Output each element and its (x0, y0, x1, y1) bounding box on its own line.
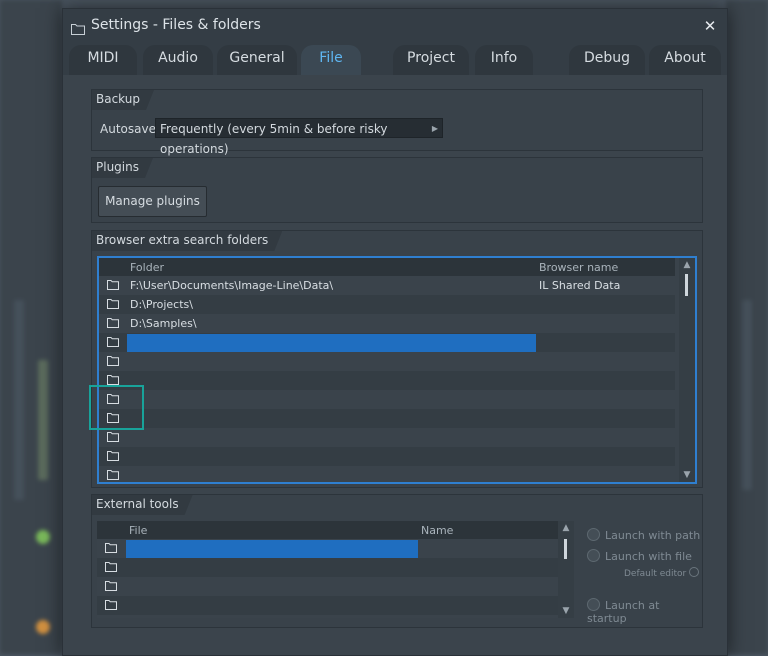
column-header-folder[interactable]: Folder (130, 261, 164, 274)
folder-icon[interactable] (105, 562, 117, 575)
table-row[interactable] (97, 539, 558, 558)
folder-icon[interactable] (107, 470, 119, 482)
title-bar: Settings - Files & folders ✕ (63, 9, 727, 45)
folder-icon[interactable] (107, 432, 119, 445)
external-tools-section-label: External tools (92, 495, 193, 515)
table-row[interactable] (99, 409, 675, 428)
chevron-up-icon[interactable]: ▲ (558, 523, 574, 533)
tab-file[interactable]: File (301, 45, 361, 75)
table-row[interactable]: F:\User\Documents\Image-Line\Data\ IL Sha… (99, 276, 675, 295)
table-row[interactable] (99, 333, 675, 352)
autosave-dropdown[interactable]: Frequently (every 5min & before risky op… (155, 118, 443, 156)
tab-midi[interactable]: MIDI (69, 45, 137, 75)
bg-knob (36, 620, 50, 634)
scroll-thumb[interactable] (685, 274, 688, 296)
settings-dialog: Settings - Files & folders ✕ MIDI Audio … (62, 8, 728, 656)
chevron-down-icon[interactable]: ▼ (558, 606, 574, 616)
folder-icon[interactable] (107, 451, 119, 464)
table-row[interactable]: D:\Projects\ (99, 295, 675, 314)
table-row[interactable] (99, 390, 675, 409)
table-row[interactable] (97, 596, 558, 615)
tab-project[interactable]: Project (393, 45, 469, 75)
folder-icon[interactable] (107, 318, 119, 331)
column-header-file[interactable]: File (129, 524, 147, 537)
folder-icon[interactable] (105, 600, 117, 613)
external-tools-table: File Name ▲ ▼ (97, 521, 574, 618)
bg-meter (38, 360, 48, 480)
chevron-up-icon[interactable]: ▲ (679, 260, 695, 270)
table-header: Folder Browser name (99, 258, 675, 276)
folder-path-cell[interactable]: D:\Samples\ (130, 317, 197, 330)
scroll-thumb[interactable] (564, 539, 567, 559)
folder-path-cell[interactable]: F:\User\Documents\Image-Line\Data\ (130, 279, 333, 292)
folder-rows: F:\User\Documents\Image-Line\Data\ IL Sha… (99, 276, 675, 482)
selected-cell[interactable] (127, 334, 536, 352)
table-row[interactable] (97, 577, 558, 596)
folder-icon[interactable] (107, 394, 119, 407)
vertical-scrollbar[interactable]: ▲ ▼ (679, 258, 695, 482)
folder-icon (71, 20, 85, 39)
plugins-section-label: Plugins (92, 158, 153, 178)
default-editor-option[interactable]: Default editor (624, 567, 700, 579)
table-header: File Name (97, 521, 558, 539)
bg-meter (14, 300, 24, 500)
folder-icon[interactable] (107, 337, 119, 350)
chevron-down-icon[interactable]: ▼ (679, 470, 695, 480)
launch-with-file-option[interactable]: Launch with file (587, 549, 692, 563)
folder-icon[interactable] (105, 581, 117, 594)
tab-debug[interactable]: Debug (569, 45, 645, 75)
manage-plugins-button[interactable]: Manage plugins (98, 186, 207, 217)
tab-bar: MIDI Audio General File Project Info Deb… (63, 45, 727, 75)
radio-button[interactable] (587, 598, 600, 611)
vertical-scrollbar[interactable]: ▲ ▼ (558, 521, 574, 618)
table-row[interactable] (97, 558, 558, 577)
bg-knob (36, 530, 50, 544)
column-header-browser-name[interactable]: Browser name (539, 261, 618, 274)
table-row[interactable] (99, 352, 675, 371)
browser-folders-section-label: Browser extra search folders (92, 231, 282, 251)
folder-path-cell[interactable]: D:\Projects\ (130, 298, 193, 311)
tab-general[interactable]: General (217, 45, 297, 75)
settings-content: Backup Autosave Frequently (every 5min &… (63, 75, 727, 655)
bg-meter (742, 300, 752, 490)
table-row[interactable] (99, 428, 675, 447)
default-editor-label: Default editor (624, 569, 687, 579)
bg-left-panel (0, 0, 62, 654)
column-header-name[interactable]: Name (421, 524, 453, 537)
radio-button[interactable] (587, 528, 600, 541)
window-title: Settings - Files & folders (91, 17, 261, 33)
folder-icon[interactable] (105, 543, 117, 556)
external-tools-group: External tools File Name ▲ ▼ Launch with… (91, 494, 703, 628)
browser-name-cell[interactable]: IL Shared Data (539, 279, 620, 292)
folder-icon[interactable] (107, 413, 119, 426)
table-row[interactable] (99, 466, 675, 482)
table-row[interactable]: D:\Samples\ (99, 314, 675, 333)
backup-group: Backup Autosave Frequently (every 5min &… (91, 89, 703, 156)
folder-icon[interactable] (107, 280, 119, 293)
tab-audio[interactable]: Audio (143, 45, 213, 75)
radio-button[interactable] (689, 567, 700, 577)
plugins-group: Plugins Manage plugins (91, 157, 703, 223)
selected-cell[interactable] (126, 540, 418, 558)
launch-at-startup-option[interactable]: Launch at startup (587, 598, 702, 625)
table-row[interactable] (99, 447, 675, 466)
tab-info[interactable]: Info (475, 45, 533, 75)
browser-folders-group: Browser extra search folders Folder Brow… (91, 230, 703, 488)
radio-button[interactable] (587, 549, 600, 562)
launch-with-path-option[interactable]: Launch with path (587, 528, 700, 542)
folder-icon[interactable] (107, 299, 119, 312)
backup-section-label: Backup (92, 90, 154, 110)
folder-icon[interactable] (107, 356, 119, 369)
caret-right-icon: ▶ (431, 124, 438, 133)
table-row[interactable] (99, 371, 675, 390)
folder-icon[interactable] (107, 375, 119, 388)
close-icon[interactable]: ✕ (699, 15, 721, 37)
autosave-value: Frequently (every 5min & before risky op… (160, 122, 388, 156)
browser-folders-table: Folder Browser name F:\User\Documents\Im… (97, 256, 697, 484)
tool-rows (97, 539, 558, 615)
launch-with-file-label: Launch with file (605, 550, 692, 563)
autosave-label: Autosave (100, 122, 156, 136)
tab-about[interactable]: About (649, 45, 721, 75)
launch-with-path-label: Launch with path (605, 529, 701, 542)
